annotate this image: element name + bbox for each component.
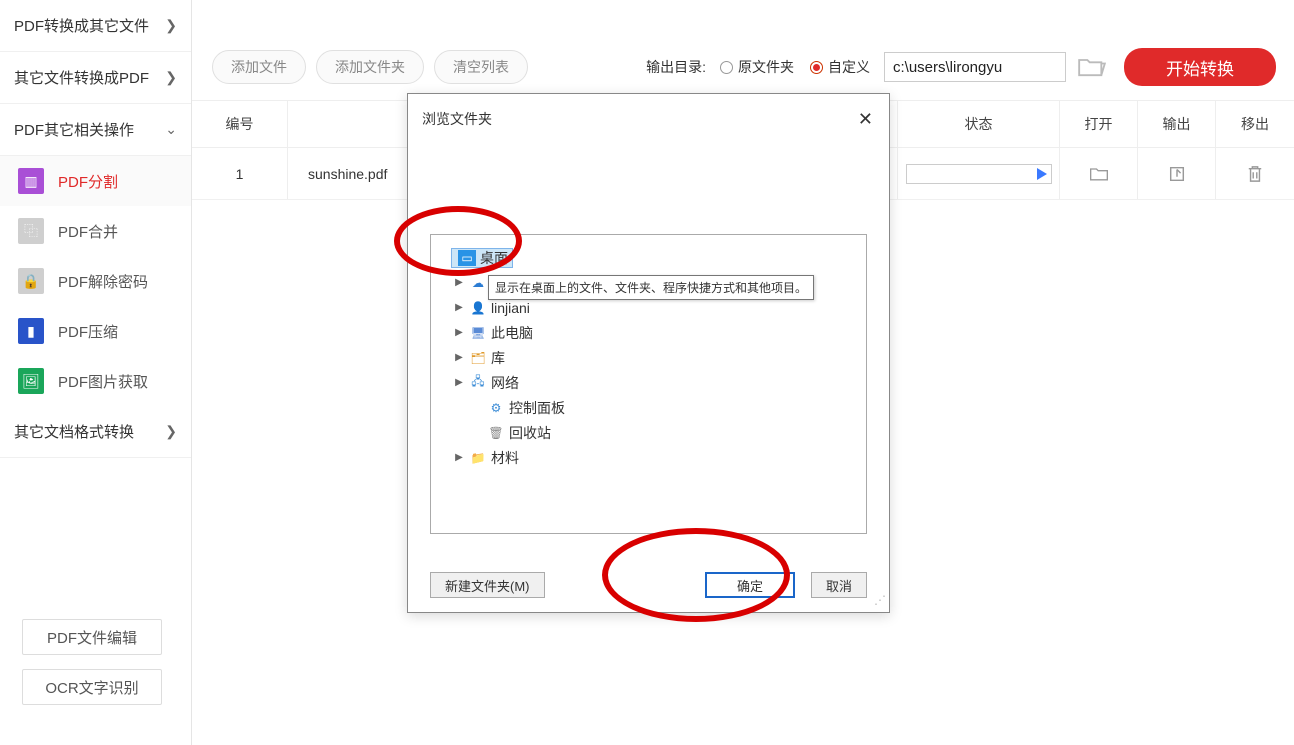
recycle-bin-icon: 🗑: [487, 425, 505, 441]
tree-label: 库: [491, 348, 505, 368]
radio-icon: [720, 61, 733, 74]
cell-status: [898, 148, 1060, 199]
dialog-title: 浏览文件夹: [422, 109, 492, 129]
split-icon: ▥: [18, 168, 44, 194]
pc-icon: 🖥: [469, 325, 487, 341]
radio-original-folder[interactable]: 原文件夹: [720, 57, 794, 77]
pdf-edit-button[interactable]: PDF文件编辑: [22, 619, 162, 655]
sidebar-item-label: PDF压缩: [58, 321, 118, 342]
sidebar-item-pdf-merge[interactable]: ⿻ PDF合并: [0, 206, 191, 256]
cell-number: 1: [192, 148, 288, 199]
sidegroup-other-doc-convert[interactable]: 其它文档格式转换 ❯: [0, 406, 191, 458]
th-number: 编号: [192, 101, 288, 147]
lock-icon: 🔒: [18, 268, 44, 294]
th-remove: 移出: [1216, 101, 1294, 147]
expand-icon[interactable]: ▶: [453, 377, 465, 388]
expand-icon[interactable]: ▶: [453, 352, 465, 363]
sidegroup-pdf-to-other[interactable]: PDF转换成其它文件 ❯: [0, 0, 191, 52]
sidegroup-label: PDF转换成其它文件: [14, 15, 149, 36]
output-dir-label: 输出目录:: [646, 57, 706, 77]
add-file-button[interactable]: 添加文件: [212, 50, 306, 84]
desktop-icon: ▭: [458, 250, 476, 266]
resize-grip-icon[interactable]: ⋰: [874, 597, 886, 609]
expand-icon[interactable]: ▶: [453, 302, 465, 313]
cancel-button[interactable]: 取消: [811, 572, 867, 598]
expand-icon[interactable]: ▶: [453, 277, 465, 288]
play-icon: [1037, 168, 1047, 180]
expand-icon[interactable]: ▶: [453, 327, 465, 338]
sidegroup-other-to-pdf[interactable]: 其它文件转换成PDF ❯: [0, 52, 191, 104]
tree-item-network[interactable]: ▶ 🖧 网络: [431, 370, 866, 395]
tree-item-control-panel[interactable]: ⚙ 控制面板: [431, 395, 866, 420]
dialog-titlebar: 浏览文件夹 ✕: [408, 94, 889, 144]
folder-icon: 📁: [469, 450, 487, 466]
compress-icon: ▮: [18, 318, 44, 344]
th-output: 输出: [1138, 101, 1216, 147]
th-status: 状态: [898, 101, 1060, 147]
sidebar-item-label: PDF合并: [58, 221, 118, 242]
sidebar-item-pdf-images[interactable]: 🖼 PDF图片获取: [0, 356, 191, 406]
output-path-input[interactable]: [884, 52, 1066, 82]
tree-item-desktop[interactable]: ▭ 桌面: [431, 245, 866, 270]
add-folder-button[interactable]: 添加文件夹: [316, 50, 424, 84]
progress-bar[interactable]: [906, 164, 1052, 184]
sidebar-item-label: PDF分割: [58, 171, 118, 192]
dialog-buttons: 新建文件夹(M) 确定 取消: [430, 572, 867, 598]
library-icon: 🗂: [469, 350, 487, 366]
sidegroup-label: 其它文件转换成PDF: [14, 67, 149, 88]
clear-list-button[interactable]: 清空列表: [434, 50, 528, 84]
tree-label: 回收站: [509, 423, 551, 443]
radio-icon: [810, 61, 823, 74]
browse-folder-icon[interactable]: [1078, 56, 1106, 78]
sidebar-item-pdf-unlock[interactable]: 🔒 PDF解除密码: [0, 256, 191, 306]
radio-custom-folder[interactable]: 自定义: [810, 57, 870, 77]
ok-button[interactable]: 确定: [705, 572, 795, 598]
tree-item-recycle-bin[interactable]: 🗑 回收站: [431, 420, 866, 445]
sidegroup-label: 其它文档格式转换: [14, 421, 134, 442]
tree-label: 此电脑: [491, 323, 533, 343]
tree-label: 材料: [491, 448, 519, 468]
start-convert-button[interactable]: 开始转换: [1124, 48, 1276, 86]
sidegroup-pdf-other-ops[interactable]: PDF其它相关操作 ⌄: [0, 104, 191, 156]
merge-icon: ⿻: [18, 218, 44, 244]
tree-label: 控制面板: [509, 398, 565, 418]
ocr-button[interactable]: OCR文字识别: [22, 669, 162, 705]
browse-folder-dialog: 浏览文件夹 ✕ ▭ 桌面 ▶ ☁ OneDrive ▶ 👤 linjiani ▶…: [407, 93, 890, 613]
control-panel-icon: ⚙: [487, 400, 505, 416]
sidebar-item-label: PDF图片获取: [58, 371, 148, 392]
tree-item-libraries[interactable]: ▶ 🗂 库: [431, 345, 866, 370]
tree-label: 网络: [491, 373, 519, 393]
sidebar-items: ▥ PDF分割 ⿻ PDF合并 🔒 PDF解除密码 ▮ PDF压缩 🖼 PDF图…: [0, 156, 191, 406]
network-icon: 🖧: [469, 375, 487, 391]
sidebar-bottom: PDF文件编辑 OCR文字识别: [0, 619, 191, 719]
sidegroup-label: PDF其它相关操作: [14, 119, 134, 140]
export-button[interactable]: [1138, 148, 1216, 199]
tree-item-this-pc[interactable]: ▶ 🖥 此电脑: [431, 320, 866, 345]
chevron-right-icon: ❯: [165, 17, 177, 34]
chevron-down-icon: ⌄: [165, 121, 177, 138]
sidebar-item-pdf-split[interactable]: ▥ PDF分割: [0, 156, 191, 206]
sidebar-item-label: PDF解除密码: [58, 271, 148, 292]
sidebar: PDF转换成其它文件 ❯ 其它文件转换成PDF ❯ PDF其它相关操作 ⌄ ▥ …: [0, 0, 192, 745]
chevron-right-icon: ❯: [165, 69, 177, 86]
tree-label: linjiani: [491, 300, 530, 316]
cloud-icon: ☁: [469, 275, 487, 291]
tooltip: 显示在桌面上的文件、文件夹、程序快捷方式和其他项目。: [488, 275, 814, 300]
image-icon: 🖼: [18, 368, 44, 394]
new-folder-button[interactable]: 新建文件夹(M): [430, 572, 545, 598]
user-icon: 👤: [469, 300, 487, 316]
open-folder-button[interactable]: [1060, 148, 1138, 199]
expand-icon[interactable]: ▶: [453, 452, 465, 463]
remove-button[interactable]: [1216, 148, 1294, 199]
tree-item-materials[interactable]: ▶ 📁 材料: [431, 445, 866, 470]
topbar: 添加文件 添加文件夹 清空列表 输出目录: 原文件夹 自定义 开始转换: [192, 0, 1294, 100]
tree-label: 桌面: [480, 248, 508, 268]
sidebar-item-pdf-compress[interactable]: ▮ PDF压缩: [0, 306, 191, 356]
th-open: 打开: [1060, 101, 1138, 147]
close-icon[interactable]: ✕: [858, 109, 873, 130]
chevron-right-icon: ❯: [165, 423, 177, 440]
